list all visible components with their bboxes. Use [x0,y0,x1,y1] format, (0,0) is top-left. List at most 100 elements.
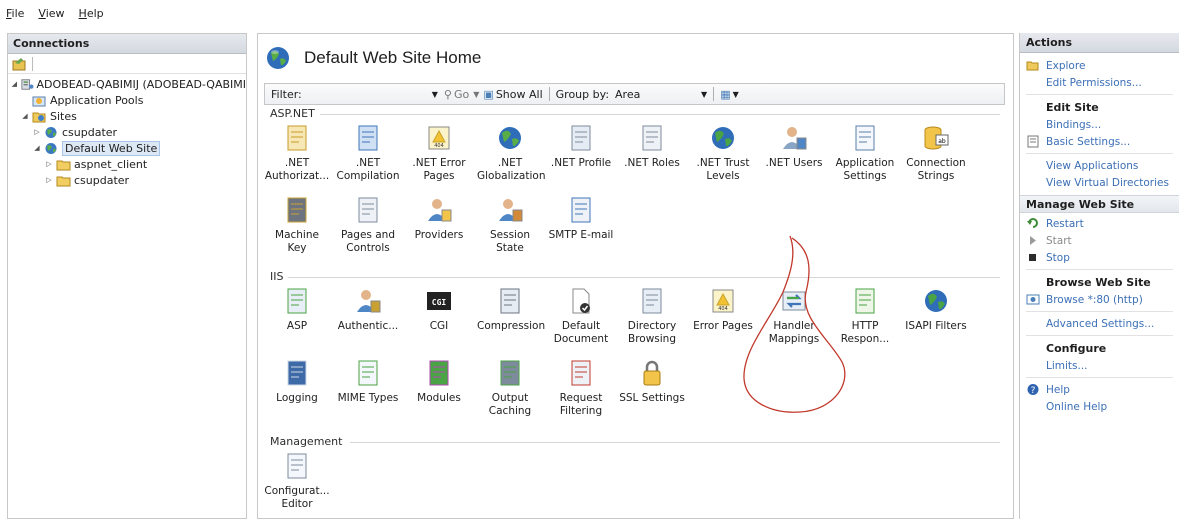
show-all-button[interactable]: Show All [496,88,543,101]
feature-filtering[interactable]: Request Filtering [548,358,614,418]
dropdown-arrow-icon[interactable]: ▼ [432,90,438,99]
connections-header: Connections [8,34,246,54]
go-icon[interactable]: ⚲ [444,88,452,101]
feature-pages[interactable]: Pages and Controls [335,195,401,255]
actions-header: Actions [1020,33,1179,53]
feature-compilation[interactable]: .NET Compilation [335,123,401,183]
feature-directory[interactable]: Directory Browsing [619,286,685,346]
settings-list-icon [855,125,875,151]
feature-handler[interactable]: Handler Mappings [761,286,827,346]
collapse-arrow-icon[interactable]: ◢ [32,144,42,152]
restart-icon [1027,218,1038,228]
feature-cgi[interactable]: CGI CGI [406,286,472,333]
filter-input[interactable] [302,86,432,102]
tree-node-aspnet-client[interactable]: ▷ aspnet_client [8,156,246,172]
divider [1026,335,1173,336]
feature-providers[interactable]: Providers [406,195,472,242]
tree-node-csupdater-folder[interactable]: ▷ csupdater [8,172,246,188]
feature-database[interactable]: ab Connection Strings [903,123,969,183]
view-mode-icon[interactable]: ▦ [720,88,730,101]
expand-arrow-icon[interactable]: ▷ [44,176,54,184]
advanced-settings-link[interactable]: Advanced Settings... [1020,315,1179,332]
feature-mime[interactable]: MIME Types [335,358,401,405]
start-link[interactable]: Start [1020,232,1179,249]
menu-view[interactable]: View [38,7,64,20]
globe-icon [499,127,521,149]
filter-bar: Filter: ▼ ⚲ Go ▼ ▣ Show All Group by: Ar… [264,83,1005,105]
limits-link[interactable]: Limits... [1020,357,1179,374]
feature-logging[interactable]: Logging [264,358,330,405]
feature-error-404[interactable]: 404 Error Pages [690,286,756,333]
dropdown-arrow-icon[interactable]: ▼ [733,90,739,99]
configure-title: Configure [1046,341,1107,355]
feature-authentication[interactable]: Authentic... [335,286,401,333]
group-by-select[interactable]: Area [615,88,695,101]
database-icon: ab [924,126,949,150]
feature-error-404[interactable]: 404 .NET Error Pages [406,123,472,183]
collapse-arrow-icon[interactable]: ◢ [20,112,30,120]
feature-default-document[interactable]: Default Document [548,286,614,346]
go-button[interactable]: Go [454,88,469,101]
tree-node-app-pools[interactable]: Application Pools [8,92,246,108]
error-404-icon: 404 [428,126,450,150]
feature-session[interactable]: Session State [477,195,543,255]
feature-padlock[interactable]: SSL Settings [619,358,685,405]
tree-node-default-web-site[interactable]: ◢ Default Web Site [8,140,246,156]
toolbar-separator [713,87,715,101]
dropdown-arrow-icon[interactable]: ▼ [473,90,479,99]
feature-label: Configurat... Editor [264,485,330,510]
restart-link[interactable]: Restart [1020,215,1179,232]
feature-roles[interactable]: .NET Roles [619,123,685,170]
start-page-icon[interactable] [12,57,28,71]
dropdown-arrow-icon[interactable]: ▼ [701,90,707,99]
view-applications-link[interactable]: View Applications [1020,157,1179,174]
explore-label: Explore [1046,59,1086,72]
menu-file[interactable]: File [6,7,24,20]
settings-page-icon [1027,135,1039,148]
feature-label: SSL Settings [619,392,685,404]
feature-profile[interactable]: .NET Profile [548,123,614,170]
tree-node-csupdater-site[interactable]: ▷ csupdater [8,124,246,140]
feature-label: Modules [417,392,461,404]
online-help-link[interactable]: Online Help [1020,398,1179,415]
config-editor-icon [287,453,307,479]
feature-compression[interactable]: Compression [477,286,545,333]
pages-icon [358,197,378,223]
view-virtual-directories-link[interactable]: View Virtual Directories [1020,174,1179,191]
bindings-link[interactable]: Bindings... [1020,116,1179,133]
menu-help[interactable]: Help [79,7,104,20]
directory-icon [642,288,662,314]
collapse-arrow-icon[interactable]: ◢ [10,80,19,88]
browse-web-site-title: Browse Web Site [1046,275,1151,289]
feature-caching[interactable]: Output Caching [477,358,543,418]
group-by-label: Group by: [555,87,610,101]
feature-users[interactable]: .NET Users [761,123,827,170]
caching-icon [500,360,520,386]
explore-link[interactable]: Explore [1020,57,1179,74]
help-link[interactable]: ? Help [1020,381,1179,398]
toolbar-separator [548,87,550,101]
browse-80-label: Browse *:80 (http) [1046,293,1143,306]
feature-lock-page[interactable]: .NET Authorizat... [264,123,330,183]
feature-settings-list[interactable]: Application Settings [832,123,898,183]
tree-node-sites[interactable]: ◢ Sites [8,108,246,124]
feature-machine-key[interactable]: Machine Key [264,195,330,255]
default-document-icon [572,288,590,314]
feature-http[interactable]: HTTP Respon... [832,286,898,346]
feature-email[interactable]: SMTP E-mail [548,195,614,242]
tree-node-server[interactable]: ◢ ADOBEAD-QABIMIJ (ADOBEAD-QABIMI [8,76,246,92]
expand-arrow-icon[interactable]: ▷ [44,160,54,168]
folder-icon [56,176,71,186]
stop-link[interactable]: Stop [1020,249,1179,266]
feature-asp[interactable]: ASP [264,286,330,333]
basic-settings-link[interactable]: Basic Settings... [1020,133,1179,150]
feature-config-editor[interactable]: Configurat... Editor [264,451,330,511]
feature-trust[interactable]: .NET Trust Levels [690,123,756,183]
edit-permissions-link[interactable]: Edit Permissions... [1020,74,1179,91]
expand-arrow-icon[interactable]: ▷ [32,128,42,136]
feature-globe[interactable]: .NET Globalization [477,123,545,183]
browse-80-link[interactable]: Browse *:80 (http) [1020,291,1179,308]
feature-modules[interactable]: Modules [406,358,472,405]
feature-isapi[interactable]: ISAPI Filters [903,286,969,333]
show-all-icon[interactable]: ▣ [483,88,493,101]
